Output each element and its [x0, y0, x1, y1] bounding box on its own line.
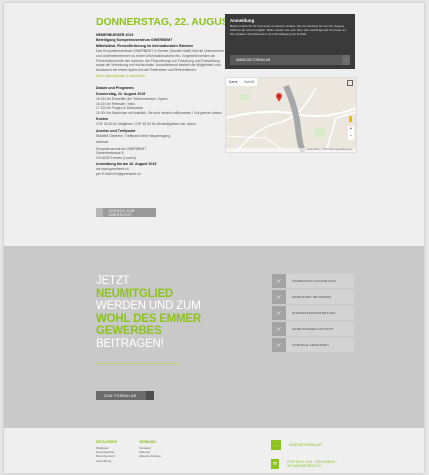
tab-satellite[interactable]: Satellit [241, 78, 258, 86]
benefit-item: ✓ VORTEILE GENIESSEN [272, 338, 354, 352]
zoom-in-button[interactable]: + [348, 126, 354, 133]
benefit-label: VORTEILE GENIESSEN [286, 338, 354, 352]
benefit-item: ✓ FÖRDERUNG NACHWUCHS [272, 274, 354, 288]
callout-line1-green: NEUMITGLIED [96, 287, 174, 300]
arrow-icon [146, 391, 154, 400]
arrow-icon: → [271, 440, 281, 450]
divider [96, 363, 180, 364]
footer-contact-mail-link[interactable]: ✉ POSTFACH 1234 · 6032 EMMEN · INFO@GWER… [271, 459, 356, 469]
map-widget[interactable]: Karte Satellit + − Kartendaten © 2019 Nu… [225, 77, 357, 153]
check-icon: ✓ [272, 306, 286, 320]
zoom-control[interactable]: + − [348, 126, 354, 140]
benefit-label: ERWEITERN NETZWERK [286, 290, 354, 304]
zoom-out-button[interactable]: − [348, 133, 354, 140]
benefit-label: GEMEINSAMER AUFTRITT [286, 322, 354, 336]
check-icon: ✓ [272, 290, 286, 304]
footer-link[interactable]: Aktuelle Anlässe [139, 454, 161, 458]
footer-link[interactable]: Branchenbuch [96, 454, 117, 458]
footer-heading: MITGLIEDER [96, 440, 117, 444]
address-label: Adresse [96, 140, 109, 145]
check-icon: ✓ [272, 322, 286, 336]
footer-association-column: VERBAND Vorstand Statuten Aktuelle Anläs… [139, 440, 161, 459]
callout-line2: WERDEN UND ZUM [96, 300, 201, 312]
event-subheading: Beteiligung Kompetenzzentrum GWERBEMT [96, 37, 173, 42]
footer-heading: VERBAND [139, 440, 156, 444]
arrow-icon [96, 208, 104, 217]
footer-members-column: MITGLIEDER Mitglieder Neumitglieder Bran… [96, 440, 117, 463]
registration-heading: Anmeldung [230, 18, 255, 23]
registration-text: Besten Dank für Ihr Interesse an diesem … [230, 24, 347, 36]
benefits-list: ✓ FÖRDERUNG NACHWUCHS ✓ ERWEITERN NETZWE… [272, 274, 354, 354]
callout-line4: BEITRAGEN! [96, 337, 164, 350]
back-button-label: ZURÜCK ZUR ÜBERSICHT [108, 208, 135, 217]
registration-box: Anmeldung Besten Dank für Ihr Interesse … [225, 14, 355, 69]
address-line: CH-6032 Emmen (Luzern) [96, 155, 136, 160]
program-item: 18.00 Uhr Abschluss mit Ausblick, Sie si… [96, 110, 222, 115]
chevron-right-icon: › [342, 55, 350, 65]
registration-form-button[interactable]: ANMELDE-FORMULAR › [230, 55, 350, 65]
contact-address-label: POSTFACH 1234 · 6032 EMMEN · INFO@GWERBE… [287, 460, 337, 468]
deadline-line: per E-Mail info@gwerbemt.ch [96, 171, 141, 176]
program-heading: Datum und Programm [96, 86, 134, 91]
callout-line1: JETZT [96, 275, 130, 287]
contact-form-label: KONTAKTFORMULAR [289, 443, 322, 447]
membership-form-button[interactable]: ZUM FORMULAR [96, 391, 154, 400]
costs-text: CHF 25.00 für Mitglieder, CHF 45.00 für … [96, 122, 197, 127]
benefit-item: ✓ GEMEINSAMER AUFTRITT [272, 322, 354, 336]
benefit-label: FÖRDERUNG NACHWUCHS [286, 274, 354, 288]
tab-map[interactable]: Karte [226, 78, 241, 86]
event-intro: Mittelständ. Firmenförderung im internat… [96, 43, 194, 48]
footer-section [4, 428, 424, 473]
membership-section [4, 246, 424, 428]
check-icon: ✓ [272, 338, 286, 352]
map-attribution: Kartendaten © 2019 Nutzungsbedingungen [226, 148, 356, 152]
map-canvas[interactable] [226, 78, 356, 152]
venue-note: Stadtteil Gewerbe, Treffpunkt beim Haupt… [96, 133, 171, 138]
benefit-item: ✓ ERWEITERN NETZWERK [272, 290, 354, 304]
registration-button-label: ANMELDE-FORMULAR [236, 58, 271, 62]
benefit-item: ✓ INTERESSENVERTRETUNG [272, 306, 354, 320]
check-icon: ✓ [272, 274, 286, 288]
back-to-overview-button[interactable]: ZURÜCK ZUR ÜBERSICHT [96, 208, 156, 217]
event-body: Das Kompetenzzentrum GWERBEMT in Emmer (… [96, 49, 224, 72]
event-more-link[interactable]: Mehr Informationen & Anmelden [96, 74, 224, 78]
callout-line3-green: WOHL DES EMMER GEWERBES [96, 312, 201, 338]
mail-icon: ✉ [271, 459, 280, 469]
pegman-icon[interactable] [349, 116, 352, 122]
page: DONNERSTAG, 22. AUGUST 2019, 16 UHR NEME… [4, 3, 424, 473]
footer-contact-form-link[interactable]: → KONTAKTFORMULAR [271, 440, 356, 450]
membership-button-label: ZUM FORMULAR [104, 393, 137, 398]
map-type-tabs: Karte Satellit [226, 78, 258, 86]
fullscreen-icon[interactable] [347, 80, 353, 86]
event-details: NEMESBURGER 2019 Beteiligung Kompetenzze… [96, 33, 224, 176]
membership-callout: JETZT NEUMITGLIED WERDEN UND ZUM WOHL DE… [96, 275, 206, 350]
map-attribution-text: Kartendaten © 2019 Nutzungsbedingungen [306, 148, 353, 151]
footer-link[interactable]: Anmeldung [96, 459, 117, 463]
benefit-label: INTERESSENVERTRETUNG [286, 306, 354, 320]
